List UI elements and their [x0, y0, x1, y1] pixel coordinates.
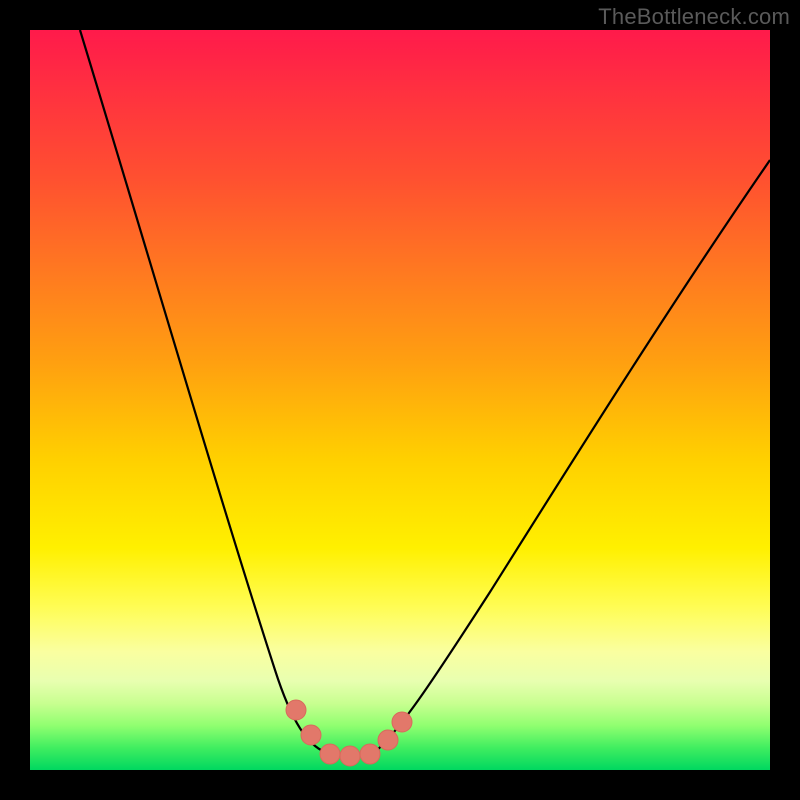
marker-group [286, 700, 412, 766]
marker-left-upper [286, 700, 306, 720]
marker-floor-left [320, 744, 340, 764]
marker-floor-right [360, 744, 380, 764]
curve-right-branch [375, 160, 770, 752]
marker-right-upper [378, 730, 398, 750]
watermark-text: TheBottleneck.com [598, 4, 790, 30]
curve-layer [30, 30, 770, 770]
plot-area [30, 30, 770, 770]
marker-left-lower [301, 725, 321, 745]
curve-left-branch [80, 30, 325, 752]
marker-floor-mid [340, 746, 360, 766]
marker-right-lower [392, 712, 412, 732]
chart-frame: TheBottleneck.com [0, 0, 800, 800]
